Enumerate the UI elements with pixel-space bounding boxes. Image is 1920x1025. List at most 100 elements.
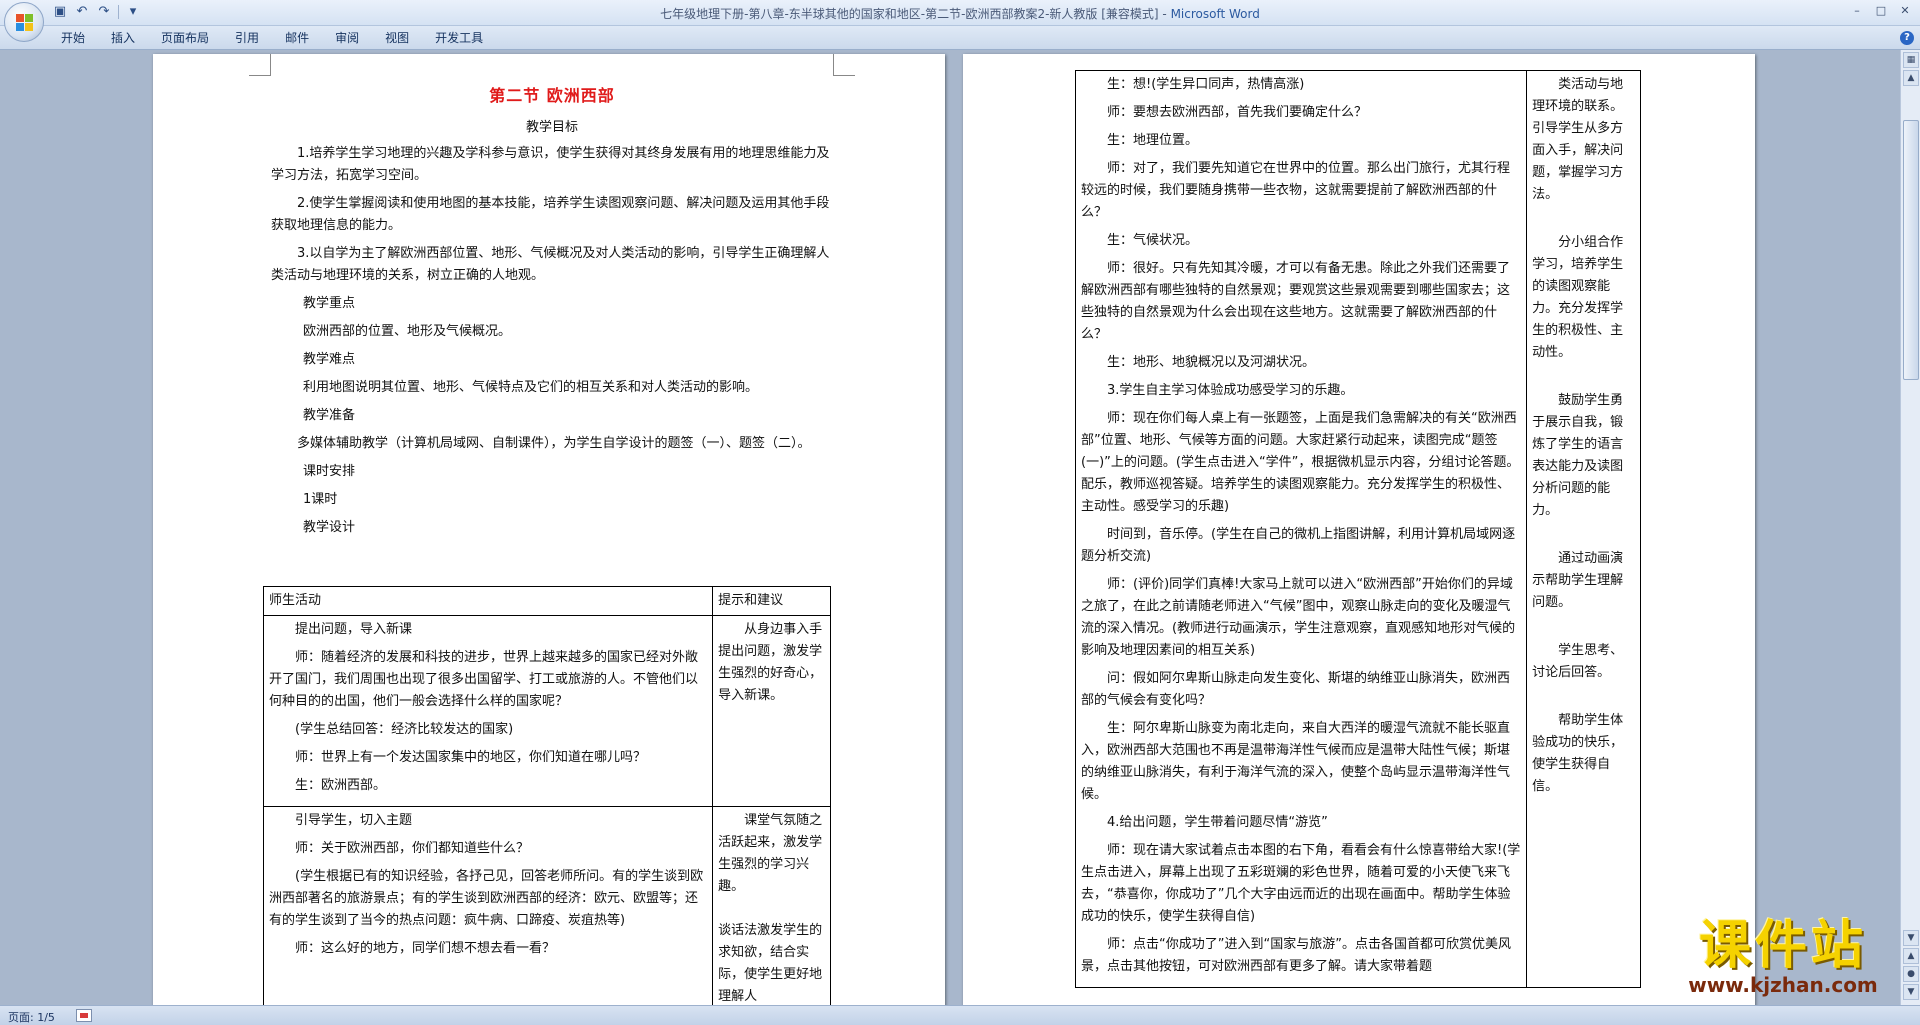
watermark-url: www.kjzhan.com bbox=[1688, 973, 1878, 997]
activity-line: 问：假如阿尔卑斯山脉走向发生变化、斯堪的纳维亚山脉消失，欧洲西部的气候会有变化吗… bbox=[1081, 671, 1511, 708]
window-controls: – □ ✕ bbox=[1846, 2, 1916, 20]
activity-line: 师：这么好的地方，同学们想不想去看一看？ bbox=[295, 941, 556, 956]
table-header-row: 师生活动 提示和建议 bbox=[262, 586, 831, 616]
difficulty-heading: 教学难点 bbox=[303, 352, 356, 367]
header-tips: 提示和建议 bbox=[712, 586, 831, 616]
header-activity: 师生活动 bbox=[262, 586, 714, 616]
page-1[interactable]: 第二节 欧洲西部 教学目标 1.培养学生学习地理的兴趣及学科参与意识，使学生获得… bbox=[153, 54, 945, 1005]
window-title: 七年级地理下册-第八章-东半球其他的国家和地区-第二节-欧洲西部教案2-新人教版… bbox=[0, 5, 1920, 22]
activity-line: 师：对了，我们要先知道它在世界中的位置。那么出门旅行，尤其行程较远的时候，我们要… bbox=[1081, 161, 1511, 220]
scroll-up-icon[interactable]: ▲ bbox=[1903, 70, 1919, 86]
previous-page-icon[interactable]: ▲ bbox=[1903, 948, 1919, 964]
maximize-button[interactable]: □ bbox=[1870, 2, 1892, 20]
page-indicator[interactable]: 页面: 1/5 bbox=[8, 1009, 55, 1025]
tip-cell: 课堂气氛随之活跃起来，激发学生强烈的学习兴趣。 谈话法激发学生的求知欲，结合实际… bbox=[712, 806, 831, 1005]
activity-line: 师：要想去欧洲西部，首先我们要确定什么？ bbox=[1107, 105, 1368, 120]
title-bar: ▣ ↶ ↷ ▾ 七年级地理下册-第八章-东半球其他的国家和地区-第二节-欧洲西部… bbox=[0, 0, 1920, 26]
schedule-heading: 课时安排 bbox=[303, 464, 356, 479]
proofing-icon[interactable] bbox=[76, 1009, 92, 1022]
activity-line: 师：点击“你成功了”进入到“国家与旅游”。点击各国首都可欣赏优美风景，点击其他按… bbox=[1081, 937, 1511, 974]
activity-line: 生：气候状况。 bbox=[1107, 233, 1199, 248]
tip-text: 帮助学生体验成功的快乐，使学生获得自信。 bbox=[1532, 713, 1624, 794]
ribbon-tabs: 开始 插入 页面布局 引用 邮件 审阅 视图 开发工具 bbox=[48, 30, 496, 46]
goal-paragraph: 3.以自学为主了解欧洲西部位置、地形、气候概况及对人类活动的影响，引导学生正确理… bbox=[271, 246, 830, 283]
tab-developer[interactable]: 开发工具 bbox=[422, 30, 496, 46]
page-1-body: 第二节 欧洲西部 教学目标 1.培养学生学习地理的兴趣及学科参与意识，使学生获得… bbox=[271, 82, 833, 545]
document-title: 七年级地理下册-第八章-东半球其他的国家和地区-第二节-欧洲西部教案2-新人教版… bbox=[660, 7, 1171, 21]
scroll-down-icon[interactable]: ▼ bbox=[1903, 930, 1919, 946]
key-heading: 教学重点 bbox=[303, 296, 356, 311]
tab-insert[interactable]: 插入 bbox=[98, 30, 148, 46]
document-area[interactable]: 第二节 欧洲西部 教学目标 1.培养学生学习地理的兴趣及学科参与意识，使学生获得… bbox=[0, 50, 1900, 1005]
activity-cell: 生：想!(学生异口同声，热情高涨) 师：要想去欧洲西部，首先我们要确定什么？ 生：地… bbox=[1074, 70, 1528, 988]
tab-mailings[interactable]: 邮件 bbox=[272, 30, 322, 46]
tab-view[interactable]: 视图 bbox=[372, 30, 422, 46]
lesson-table-continued: 生：想!(学生异口同声，热情高涨) 师：要想去欧洲西部，首先我们要确定什么？ 生：地… bbox=[1074, 70, 1641, 988]
tip-text: 类活动与地理环境的联系。引导学生从多方面入手，解决问题，掌握学习方法。 bbox=[1532, 77, 1624, 202]
activity-line: 师：关于欧洲西部，你们都知道些什么？ bbox=[295, 841, 530, 856]
tip-cell: 类活动与地理环境的联系。引导学生从多方面入手，解决问题，掌握学习方法。 分小组合作… bbox=[1526, 70, 1641, 988]
activity-line: (学生根据已有的知识经验，各抒己见，回答老师所问。有的学生谈到欧洲西部著名的旅游… bbox=[269, 869, 704, 928]
tab-references[interactable]: 引用 bbox=[222, 30, 272, 46]
help-icon[interactable]: ? bbox=[1900, 31, 1914, 45]
activity-line: 生：阿尔卑斯山脉变为南北走向，来自大西洋的暖湿气流就不能长驱直入，欧洲西部大范围… bbox=[1081, 721, 1511, 802]
activity-line: 生：想!(学生异口同声，热情高涨) bbox=[1107, 77, 1305, 92]
table-row: 生：想!(学生异口同声，热情高涨) 师：要想去欧洲西部，首先我们要确定什么？ 生：地… bbox=[1074, 70, 1641, 988]
tip-text: 学生思考、讨论后回答。 bbox=[1532, 643, 1624, 680]
vertical-scrollbar[interactable]: ▦ ▲ ▼ ▲ ● ▼ bbox=[1900, 50, 1920, 1005]
tab-review[interactable]: 审阅 bbox=[322, 30, 372, 46]
activity-line: 师：现在你们每人桌上有一张题签，上面是我们急需解决的有关“欧洲西部”位置、地形、… bbox=[1081, 411, 1520, 514]
crop-mark bbox=[833, 54, 855, 76]
crop-mark bbox=[249, 54, 271, 76]
activity-cell: 提出问题，导入新课 师：随着经济的发展和科技的进步，世界上越来越多的国家已经对外… bbox=[262, 615, 714, 807]
activity-line: 师：很好。只有先知其冷暖，才可以有备无患。除此之外我们还需要了解欧洲西部有哪些独… bbox=[1081, 261, 1511, 342]
activity-line: 师：(评价)同学们真棒!大家马上就可以进入“欧洲西部”开始你们的异域之旅了，在此… bbox=[1081, 577, 1516, 658]
table-row: 引导学生，切入主题 师：关于欧洲西部，你们都知道些什么？ (学生根据已有的知识经… bbox=[262, 806, 831, 1005]
site-watermark: 课件站 www.kjzhan.com bbox=[1668, 918, 1898, 1000]
office-logo-icon bbox=[16, 14, 34, 32]
key-text: 欧洲西部的位置、地形及气候概况。 bbox=[303, 324, 512, 339]
watermark-title: 课件站 bbox=[1698, 915, 1867, 976]
activity-line: (学生总结回答：经济比较发达的国家) bbox=[295, 722, 514, 737]
tip-text: 分小组合作学习，培养学生的读图观察能力。充分发挥学生的积极性、主动性。 bbox=[1532, 235, 1624, 360]
tip-text: 鼓励学生勇于展示自我，锻炼了学生的语言表达能力及读图分析问题的能力。 bbox=[1532, 393, 1624, 518]
goal-paragraph: 1.培养学生学习地理的兴趣及学科参与意识，使学生获得对其终身发展有用的地理思维能… bbox=[271, 146, 830, 183]
activity-line: 3.学生自主学习体验成功感受学习的乐趣。 bbox=[1107, 383, 1354, 398]
tip-cell: 从身边事入手提出问题，激发学生强烈的好奇心，导入新课。 bbox=[712, 615, 831, 807]
minimize-button[interactable]: – bbox=[1846, 2, 1868, 20]
activity-cell: 引导学生，切入主题 师：关于欧洲西部，你们都知道些什么？ (学生根据已有的知识经… bbox=[262, 806, 714, 1005]
goal-paragraph: 2.使学生掌握阅读和使用地图的基本技能，培养学生读图观察问题、解决问题及运用其他… bbox=[271, 196, 830, 233]
activity-line: 生：欧洲西部。 bbox=[295, 778, 387, 793]
ruler-toggle-icon[interactable]: ▦ bbox=[1903, 52, 1919, 68]
lesson-table: 师生活动 提示和建议 提出问题，导入新课 师：随着经济的发展和科技的进步，世界上… bbox=[262, 586, 831, 1005]
activity-line: 生：地形、地貌概况以及河湖状况。 bbox=[1107, 355, 1316, 370]
close-button[interactable]: ✕ bbox=[1894, 2, 1916, 20]
goals-heading: 教学目标 bbox=[525, 120, 578, 135]
scroll-thumb[interactable] bbox=[1903, 120, 1919, 380]
tip-text: 课堂气氛随之活跃起来，激发学生强烈的学习兴趣。 谈话法激发学生的求知欲，结合实际… bbox=[718, 813, 823, 1004]
prep-heading: 教学准备 bbox=[303, 408, 356, 423]
activity-line: 引导学生，切入主题 bbox=[295, 813, 413, 828]
status-bar: 页面: 1/5 bbox=[0, 1005, 1920, 1025]
app-name: Microsoft Word bbox=[1170, 7, 1260, 21]
office-button[interactable] bbox=[4, 2, 44, 42]
tip-text: 从身边事入手提出问题，激发学生强烈的好奇心，导入新课。 bbox=[718, 622, 823, 703]
activity-line: 师：随着经济的发展和科技的进步，世界上越来越多的国家已经对外敞开了国门，我们周围… bbox=[269, 650, 699, 709]
page-2[interactable]: 生：想!(学生异口同声，热情高涨) 师：要想去欧洲西部，首先我们要确定什么？ 生：地… bbox=[963, 54, 1755, 1005]
ribbon: 开始 插入 页面布局 引用 邮件 审阅 视图 开发工具 ? bbox=[0, 26, 1920, 50]
activity-line: 师：世界上有一个发达国家集中的地区，你们知道在哪儿吗？ bbox=[295, 750, 647, 765]
tab-page-layout[interactable]: 页面布局 bbox=[148, 30, 222, 46]
activity-line: 4.给出问题，学生带着问题尽情“游览” bbox=[1107, 815, 1328, 830]
difficulty-text: 利用地图说明其位置、地形、气候特点及它们的相互关系和对人类活动的影响。 bbox=[303, 380, 759, 395]
activity-line: 师：现在请大家试着点击本图的右下角，看看会有什么惊喜带给大家!(学生点击进入，屏… bbox=[1081, 843, 1521, 924]
section-title: 第二节 欧洲西部 bbox=[489, 86, 615, 105]
select-browse-object-icon[interactable]: ● bbox=[1903, 966, 1919, 982]
next-page-icon[interactable]: ▼ bbox=[1903, 984, 1919, 1000]
design-heading: 教学设计 bbox=[303, 520, 356, 535]
tab-home[interactable]: 开始 bbox=[48, 30, 98, 46]
schedule-text: 1课时 bbox=[303, 492, 338, 507]
activity-line: 时间到，音乐停。(学生在自己的微机上指图讲解，利用计算机局域网逐题分析交流) bbox=[1081, 527, 1516, 564]
activity-line: 提出问题，导入新课 bbox=[295, 622, 413, 637]
activity-line: 生：地理位置。 bbox=[1107, 133, 1199, 148]
tip-text: 通过动画演示帮助学生理解问题。 bbox=[1532, 551, 1624, 610]
